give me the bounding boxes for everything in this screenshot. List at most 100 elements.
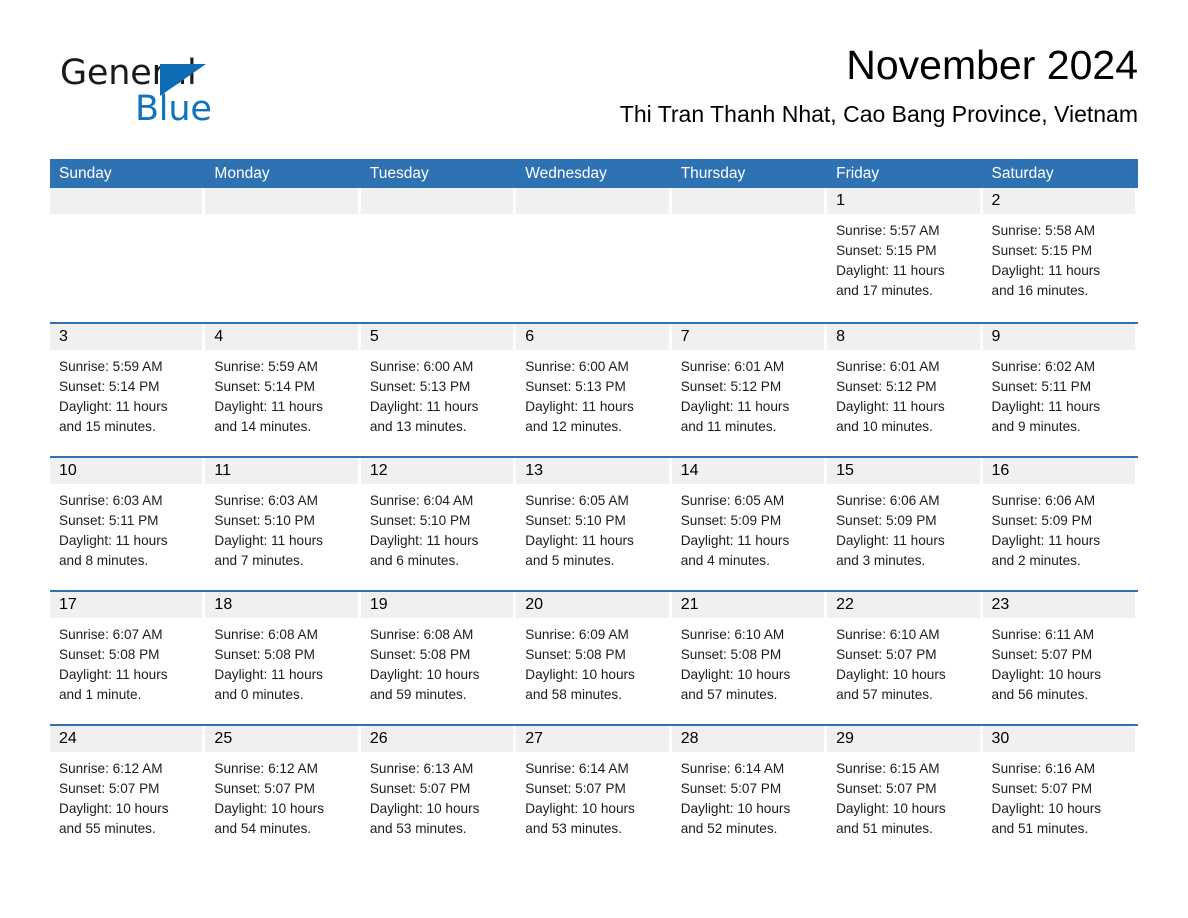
day-number-band: 13 xyxy=(516,458,669,484)
day-details xyxy=(50,214,205,221)
day-details: Sunrise: 6:14 AM Sunset: 5:07 PM Dayligh… xyxy=(672,752,827,839)
calendar-day-cell[interactable]: 4 Sunrise: 5:59 AM Sunset: 5:14 PM Dayli… xyxy=(205,324,360,450)
day-number-band: 26 xyxy=(360,726,514,752)
location-subtitle: Thi Tran Thanh Nhat, Cao Bang Province, … xyxy=(619,101,1138,128)
day-number: 29 xyxy=(836,730,854,747)
calendar-week-row: 10 Sunrise: 6:03 AM Sunset: 5:11 PM Dayl… xyxy=(50,456,1138,584)
daylight-text-line2: and 58 minutes. xyxy=(525,687,622,702)
sunrise-text: Sunrise: 6:03 AM xyxy=(214,493,318,508)
day-details: Sunrise: 6:01 AM Sunset: 5:12 PM Dayligh… xyxy=(672,350,827,437)
day-number: 10 xyxy=(59,462,77,479)
daylight-text-line2: and 51 minutes. xyxy=(991,821,1089,836)
calendar-day-cell[interactable]: 23 Sunrise: 6:11 AM Sunset: 5:07 PM Dayl… xyxy=(982,592,1138,718)
daylight-text-line2: and 52 minutes. xyxy=(680,821,778,836)
calendar-table: Sunday Monday Tuesday Wednesday Thursday… xyxy=(50,159,1138,852)
sunrise-text: Sunrise: 6:00 AM xyxy=(369,359,474,374)
daylight-text-line1: Daylight: 10 hours xyxy=(680,667,791,682)
sunrise-text: Sunrise: 6:00 AM xyxy=(525,359,629,374)
day-details: Sunrise: 5:59 AM Sunset: 5:14 PM Dayligh… xyxy=(205,350,360,437)
calendar-day-cell[interactable]: 24 Sunrise: 6:12 AM Sunset: 5:07 PM Dayl… xyxy=(50,726,205,852)
day-number: 19 xyxy=(369,596,388,613)
calendar-day-cell[interactable]: 21 Sunrise: 6:10 AM Sunset: 5:08 PM Dayl… xyxy=(671,592,827,718)
sunrise-text: Sunrise: 6:08 AM xyxy=(214,627,318,642)
calendar-day-cell[interactable]: 20 Sunrise: 6:09 AM Sunset: 5:08 PM Dayl… xyxy=(516,592,671,718)
sunset-text: Sunset: 5:08 PM xyxy=(525,647,626,662)
calendar-day-cell[interactable]: 6 Sunrise: 6:00 AM Sunset: 5:13 PM Dayli… xyxy=(516,324,671,450)
day-number-band: 11 xyxy=(205,458,358,484)
day-details: Sunrise: 6:05 AM Sunset: 5:09 PM Dayligh… xyxy=(672,484,827,571)
generalblue-logo[interactable]: General Blue xyxy=(60,56,320,136)
daylight-text-line2: and 16 minutes. xyxy=(991,283,1089,298)
sunset-text: Sunset: 5:12 PM xyxy=(680,379,782,394)
sunset-text: Sunset: 5:09 PM xyxy=(680,513,782,528)
calendar-day-cell[interactable]: 15 Sunrise: 6:06 AM Sunset: 5:09 PM Dayl… xyxy=(827,458,982,584)
calendar-day-cell[interactable]: 7 Sunrise: 6:01 AM Sunset: 5:12 PM Dayli… xyxy=(671,324,827,450)
day-number-band: 30 xyxy=(982,726,1135,752)
calendar-day-cell[interactable]: 5 Sunrise: 6:00 AM Sunset: 5:13 PM Dayli… xyxy=(360,324,516,450)
calendar-day-cell[interactable]: 3 Sunrise: 5:59 AM Sunset: 5:14 PM Dayli… xyxy=(50,324,205,450)
day-number: 24 xyxy=(59,730,77,747)
sunset-text: Sunset: 5:07 PM xyxy=(214,781,315,796)
day-number-band: 2 xyxy=(982,188,1135,214)
day-number-band: 22 xyxy=(827,592,980,618)
daylight-text-line2: and 53 minutes. xyxy=(525,821,622,836)
day-details: Sunrise: 6:12 AM Sunset: 5:07 PM Dayligh… xyxy=(50,752,205,839)
day-number-band: 28 xyxy=(671,726,825,752)
day-details: Sunrise: 5:58 AM Sunset: 5:15 PM Dayligh… xyxy=(983,214,1138,301)
calendar-day-cell[interactable]: 17 Sunrise: 6:07 AM Sunset: 5:08 PM Dayl… xyxy=(50,592,205,718)
sunset-text: Sunset: 5:13 PM xyxy=(525,379,626,394)
daylight-text-line1: Daylight: 11 hours xyxy=(836,533,945,548)
weekday-header-monday: Monday xyxy=(214,165,270,182)
daylight-text-line1: Daylight: 11 hours xyxy=(214,399,323,414)
sunrise-text: Sunrise: 6:10 AM xyxy=(680,627,785,642)
daylight-text-line2: and 15 minutes. xyxy=(59,419,156,434)
calendar-day-cell[interactable]: 27 Sunrise: 6:14 AM Sunset: 5:07 PM Dayl… xyxy=(516,726,671,852)
calendar-day-cell[interactable]: 1 Sunrise: 5:57 AM Sunset: 5:15 PM Dayli… xyxy=(827,188,982,316)
daylight-text-line1: Daylight: 10 hours xyxy=(369,801,480,816)
daylight-text-line2: and 13 minutes. xyxy=(369,419,467,434)
calendar-day-cell[interactable]: 11 Sunrise: 6:03 AM Sunset: 5:10 PM Dayl… xyxy=(205,458,360,584)
sunrise-text: Sunrise: 6:09 AM xyxy=(525,627,629,642)
sunrise-text: Sunrise: 6:01 AM xyxy=(836,359,940,374)
calendar-day-cell[interactable]: 12 Sunrise: 6:04 AM Sunset: 5:10 PM Dayl… xyxy=(360,458,516,584)
sunset-text: Sunset: 5:07 PM xyxy=(525,781,626,796)
day-number: 27 xyxy=(525,730,544,747)
day-number-band: 6 xyxy=(516,324,669,350)
calendar-day-cell[interactable]: 22 Sunrise: 6:10 AM Sunset: 5:07 PM Dayl… xyxy=(827,592,982,718)
day-details xyxy=(361,214,516,221)
calendar-day-cell[interactable]: 28 Sunrise: 6:14 AM Sunset: 5:07 PM Dayl… xyxy=(671,726,827,852)
day-number-band: 23 xyxy=(982,592,1135,618)
calendar-day-cell[interactable]: 25 Sunrise: 6:12 AM Sunset: 5:07 PM Dayl… xyxy=(205,726,360,852)
day-number: 21 xyxy=(680,596,699,613)
calendar-day-cell[interactable]: 19 Sunrise: 6:08 AM Sunset: 5:08 PM Dayl… xyxy=(360,592,516,718)
daylight-text-line1: Daylight: 10 hours xyxy=(836,801,946,816)
calendar-day-cell[interactable]: 10 Sunrise: 6:03 AM Sunset: 5:11 PM Dayl… xyxy=(50,458,205,584)
day-number: 6 xyxy=(525,328,535,345)
day-number: 9 xyxy=(991,328,1001,345)
weekday-header-thursday: Thursday xyxy=(680,165,746,182)
day-number-band: 4 xyxy=(205,324,358,350)
daylight-text-line2: and 6 minutes. xyxy=(369,553,460,568)
calendar-day-cell[interactable]: 2 Sunrise: 5:58 AM Sunset: 5:15 PM Dayli… xyxy=(982,188,1138,316)
day-details: Sunrise: 5:57 AM Sunset: 5:15 PM Dayligh… xyxy=(827,214,982,301)
day-number: 25 xyxy=(214,730,233,747)
calendar-day-cell[interactable]: 8 Sunrise: 6:01 AM Sunset: 5:12 PM Dayli… xyxy=(827,324,982,450)
calendar-day-cell[interactable]: 30 Sunrise: 6:16 AM Sunset: 5:07 PM Dayl… xyxy=(982,726,1138,852)
sunrise-text: Sunrise: 6:05 AM xyxy=(525,493,629,508)
day-number-band xyxy=(360,188,514,214)
sunrise-text: Sunrise: 6:05 AM xyxy=(680,493,785,508)
calendar-day-cell[interactable]: 9 Sunrise: 6:02 AM Sunset: 5:11 PM Dayli… xyxy=(982,324,1138,450)
day-details: Sunrise: 6:02 AM Sunset: 5:11 PM Dayligh… xyxy=(983,350,1138,437)
calendar-day-cell[interactable]: 13 Sunrise: 6:05 AM Sunset: 5:10 PM Dayl… xyxy=(516,458,671,584)
day-number-band: 10 xyxy=(50,458,203,484)
calendar-day-cell[interactable]: 18 Sunrise: 6:08 AM Sunset: 5:08 PM Dayl… xyxy=(205,592,360,718)
calendar-day-cell[interactable]: 16 Sunrise: 6:06 AM Sunset: 5:09 PM Dayl… xyxy=(982,458,1138,584)
sunset-text: Sunset: 5:13 PM xyxy=(369,379,471,394)
day-number: 18 xyxy=(214,596,233,613)
sunrise-text: Sunrise: 6:06 AM xyxy=(991,493,1096,508)
calendar-day-cell[interactable]: 14 Sunrise: 6:05 AM Sunset: 5:09 PM Dayl… xyxy=(671,458,827,584)
daylight-text-line1: Daylight: 10 hours xyxy=(680,801,791,816)
day-details xyxy=(672,214,827,221)
calendar-day-cell[interactable]: 29 Sunrise: 6:15 AM Sunset: 5:07 PM Dayl… xyxy=(827,726,982,852)
calendar-day-cell[interactable]: 26 Sunrise: 6:13 AM Sunset: 5:07 PM Dayl… xyxy=(360,726,516,852)
